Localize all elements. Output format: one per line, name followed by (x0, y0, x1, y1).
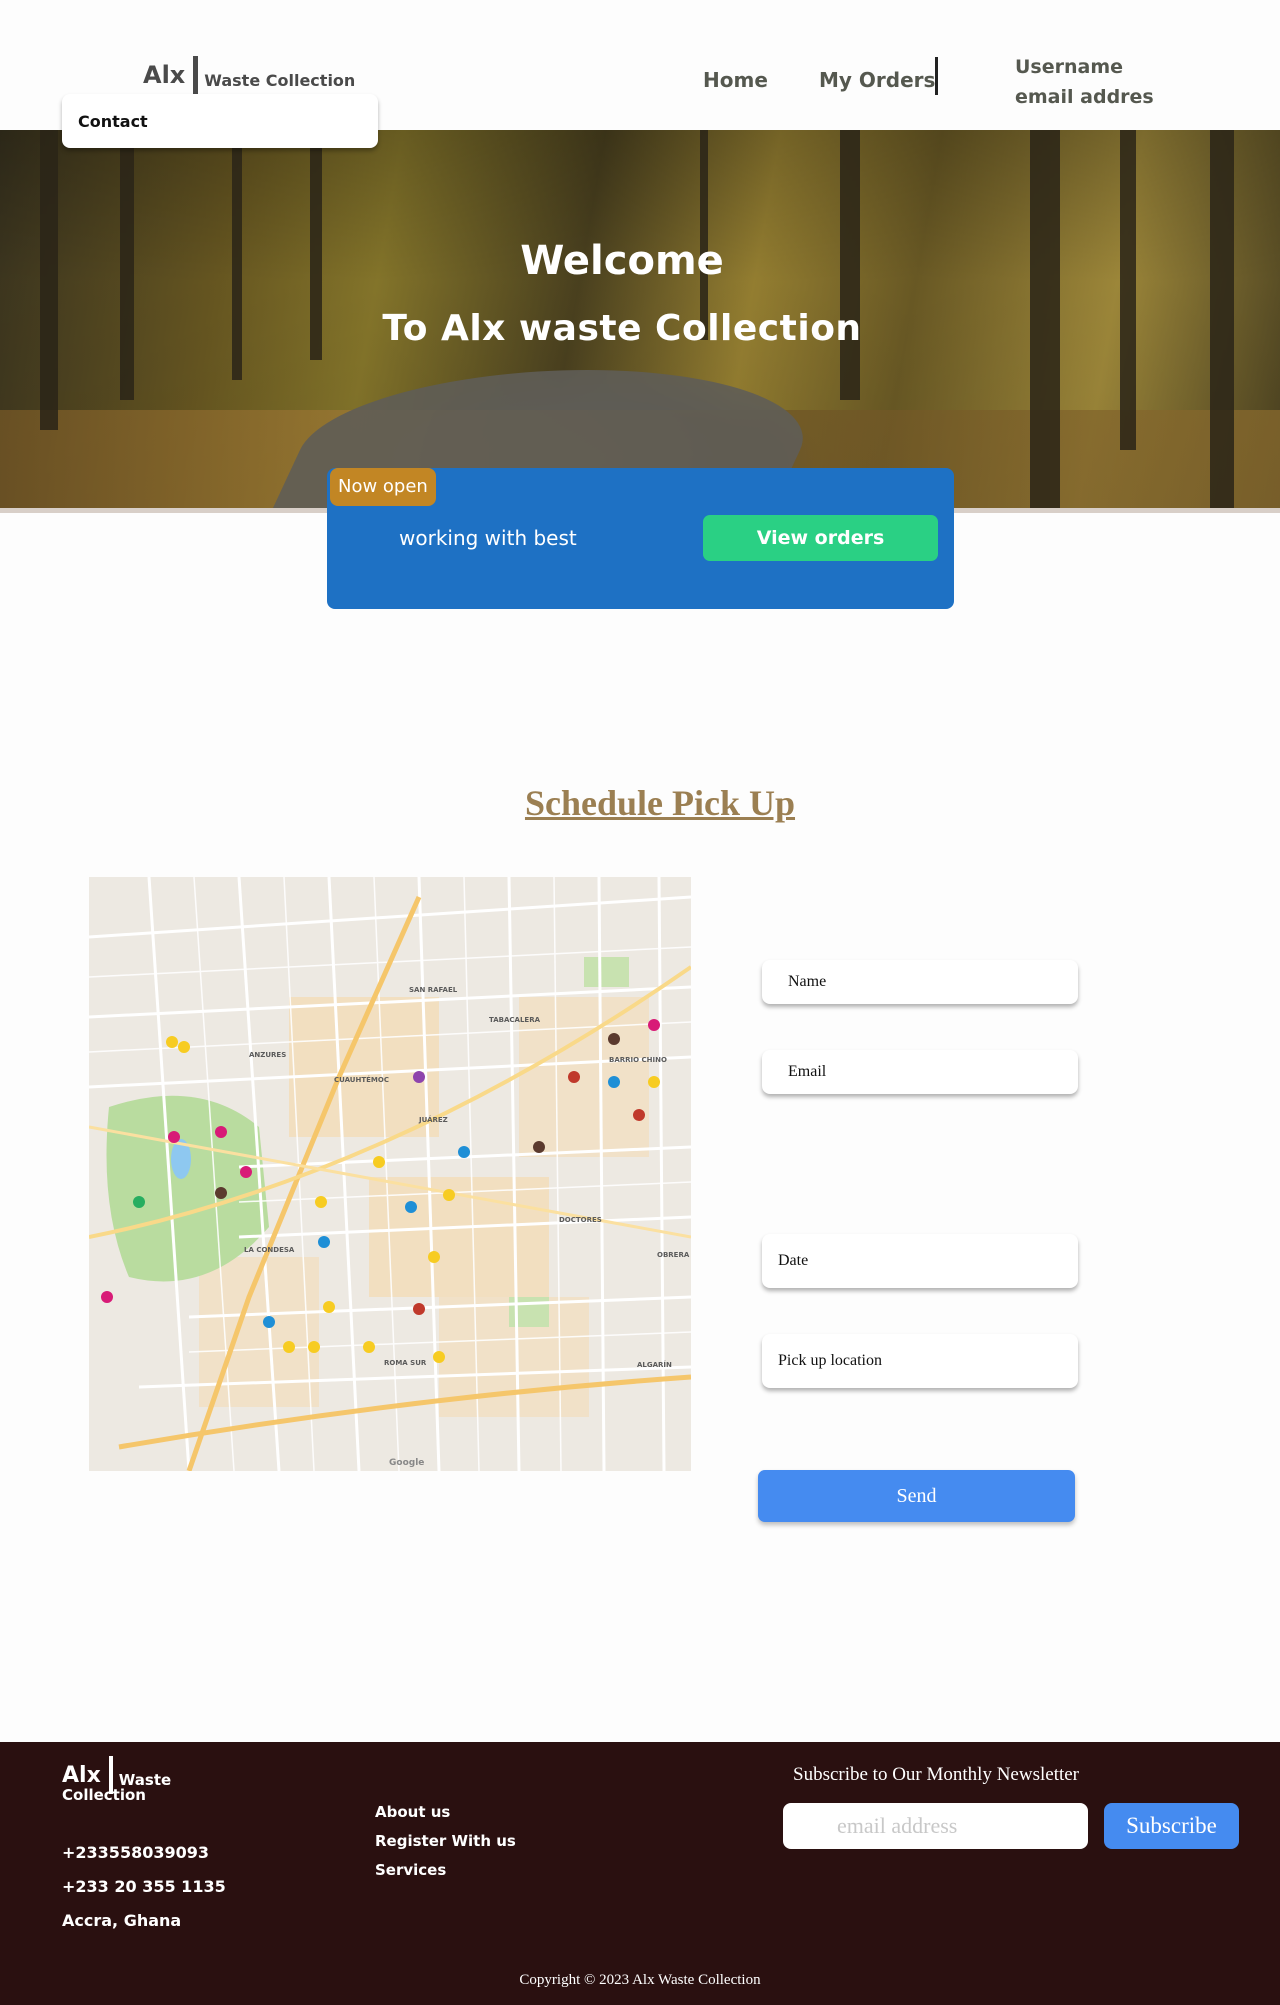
map-label: SAN RAFAEL (409, 986, 458, 994)
map-attribution: Google (389, 1458, 424, 1468)
map-label: OBRERA (657, 1251, 690, 1259)
footer-link-register[interactable]: Register With us (375, 1827, 516, 1856)
email-field[interactable] (762, 1050, 1078, 1094)
nav-home-link[interactable]: Home (703, 68, 768, 92)
map-label: DOCTORES (559, 1216, 602, 1224)
hero-title: Welcome (520, 238, 724, 284)
footer-logo[interactable]: Alx Waste Collection (62, 1756, 171, 1804)
user-email: email addres (1015, 86, 1154, 108)
hero-banner: Welcome To Alx waste Collection (0, 130, 1280, 508)
view-orders-button[interactable]: View orders (703, 515, 938, 561)
footer-contact: +233558039093 +233 20 355 1135 Accra, Gh… (62, 1836, 226, 1930)
user-info[interactable]: Username email addres (1015, 52, 1154, 112)
hero-tree-trunk (1120, 130, 1136, 450)
nav-divider (935, 57, 938, 95)
copyright-text: Copyright © 2023 Alx Waste Collection (519, 1972, 761, 1988)
map-graphic: SAN RAFAEL TABACALERA ANZURES CUAUHTÉMOC… (89, 877, 691, 1471)
status-badge: Now open (330, 468, 436, 506)
date-field[interactable] (762, 1234, 1078, 1288)
send-button[interactable]: Send (758, 1470, 1075, 1522)
status-card-text: working with best (399, 526, 577, 550)
newsletter-title: Subscribe to Our Monthly Newsletter (793, 1764, 1080, 1785)
footer-phone: +233 20 355 1135 (62, 1877, 226, 1896)
footer-address: Accra, Ghana (62, 1911, 182, 1930)
footer-link-services[interactable]: Services (375, 1856, 516, 1885)
map-label: LA CONDESA (244, 1246, 295, 1254)
map-label: JUÁREZ (418, 1115, 448, 1124)
schedule-title: Schedule Pick Up (524, 783, 796, 823)
footer-phone: +233558039093 (62, 1843, 209, 1862)
map-label: ROMA SUR (384, 1359, 427, 1367)
map-label: TABACALERA (489, 1016, 541, 1024)
pickup-map[interactable]: SAN RAFAEL TABACALERA ANZURES CUAUHTÉMOC… (89, 877, 691, 1471)
footer-links: About us Register With us Services (375, 1798, 516, 1885)
user-username: Username (1015, 56, 1124, 78)
map-label: ANZURES (249, 1051, 286, 1059)
map-label: ALGARÍN (637, 1360, 672, 1369)
map-label: BARRIO CHINO (609, 1056, 667, 1064)
pickup-location-field[interactable] (762, 1334, 1078, 1388)
footer-logo-main: Alx (62, 1762, 101, 1788)
contact-field[interactable] (62, 94, 378, 148)
hero-subtitle: To Alx waste Collection (382, 308, 862, 349)
subscribe-button[interactable]: Subscribe (1104, 1803, 1239, 1849)
nav-my-orders-link[interactable]: My Orders (819, 68, 935, 92)
status-card: Now open working with best View orders (327, 468, 954, 609)
map-label: CUAUHTÉMOC (334, 1075, 389, 1084)
name-field[interactable] (762, 960, 1078, 1004)
site-footer: Alx Waste Collection +233558039093 +233 … (0, 1742, 1280, 2005)
footer-link-about[interactable]: About us (375, 1798, 516, 1827)
newsletter-email-input[interactable] (783, 1803, 1088, 1849)
